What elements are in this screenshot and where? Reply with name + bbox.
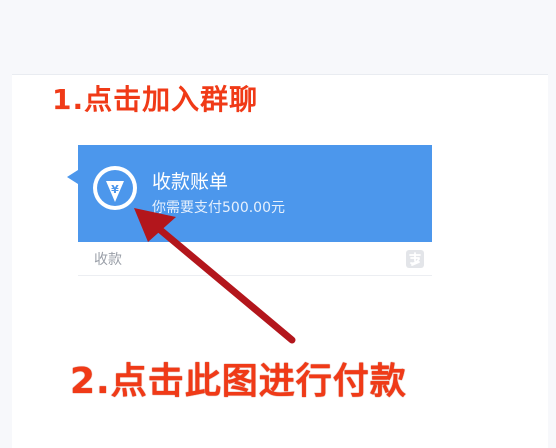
step2-annotation: 2.点击此图进行付款: [70, 361, 407, 402]
